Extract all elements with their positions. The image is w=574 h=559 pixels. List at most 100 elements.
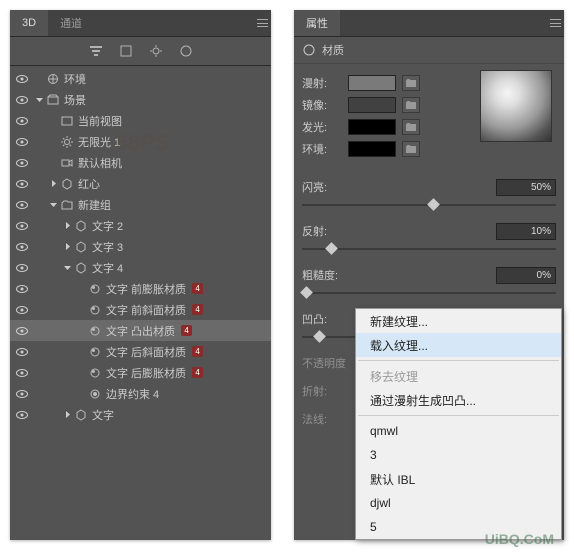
color-swatch[interactable] [348, 141, 396, 157]
visibility-toggle[interactable] [14, 281, 30, 297]
property-label: 法线: [302, 411, 360, 427]
property-label: 凹凸: [302, 311, 360, 327]
context-menu-item[interactable]: qmwl [356, 419, 561, 443]
twisty-icon[interactable] [62, 221, 72, 231]
count-badge: 4 [192, 346, 203, 357]
visibility-toggle[interactable] [14, 365, 30, 381]
visibility-toggle[interactable] [14, 134, 30, 150]
slider-thumb[interactable] [300, 286, 313, 299]
mesh-icon [60, 177, 74, 191]
twisty-icon[interactable] [34, 95, 44, 105]
context-menu-item[interactable]: djwl [356, 491, 561, 515]
twisty-icon[interactable] [48, 179, 58, 189]
filter-icon[interactable] [89, 44, 103, 58]
tree-row[interactable]: 文字 4 [10, 257, 271, 278]
twisty-icon [48, 116, 58, 126]
visibility-toggle[interactable] [14, 386, 30, 402]
tab-properties[interactable]: 属性 [294, 10, 340, 36]
visibility-toggle[interactable] [14, 113, 30, 129]
tree-row[interactable]: 文字 凸出材质4 [10, 320, 271, 341]
tree-row[interactable]: 新建组 [10, 194, 271, 215]
tree-row[interactable]: 默认相机 [10, 152, 271, 173]
context-menu-item[interactable]: 新建纹理... [356, 309, 561, 333]
twisty-icon[interactable] [62, 263, 72, 273]
context-menu-item[interactable]: 通过漫射生成凹凸... [356, 388, 561, 412]
slider-value-input[interactable]: 50% [496, 179, 556, 196]
light-icon[interactable] [149, 44, 163, 58]
scene-tree: 环境场景当前视图无限光 1默认相机红心新建组文字 2文字 3 文字 4 文字 前膨胀… [10, 66, 271, 427]
visibility-toggle[interactable] [14, 302, 30, 318]
tree-item-label: 环境 [64, 71, 86, 87]
twisty-icon[interactable] [62, 410, 72, 420]
visibility-toggle[interactable] [14, 155, 30, 171]
texture-folder-button[interactable] [402, 75, 420, 91]
mesh-icon[interactable] [119, 44, 133, 58]
tree-row[interactable]: 文字 后膨胀材质4 [10, 362, 271, 383]
twisty-icon[interactable] [62, 242, 72, 252]
slider-thumb[interactable] [427, 198, 440, 211]
property-label: 粗糙度: [302, 267, 360, 283]
render-icon[interactable] [179, 44, 193, 58]
property-label: 反射: [302, 223, 360, 239]
tree-row[interactable]: 无限光 1 [10, 131, 271, 152]
property-label: 闪亮: [302, 179, 360, 195]
slider-value-input[interactable]: 0% [496, 267, 556, 284]
twisty-icon[interactable] [48, 200, 58, 210]
tree-row[interactable]: 文字 3 [10, 236, 271, 257]
visibility-toggle[interactable] [14, 344, 30, 360]
tree-row[interactable]: 边界约束 4 [10, 383, 271, 404]
group-icon [60, 198, 74, 212]
scene-icon [46, 93, 60, 107]
context-menu-item[interactable]: 5 [356, 515, 561, 539]
tree-row[interactable]: 红心 [10, 173, 271, 194]
visibility-toggle[interactable] [14, 71, 30, 87]
visibility-toggle[interactable] [14, 92, 30, 108]
color-swatch[interactable] [348, 75, 396, 91]
view-icon [60, 114, 74, 128]
tree-row[interactable]: 当前视图 [10, 110, 271, 131]
context-menu-item[interactable]: 3 [356, 443, 561, 467]
slider-thumb[interactable] [313, 330, 326, 343]
slider-track[interactable] [302, 242, 556, 256]
property-label: 漫射: [302, 75, 342, 91]
visibility-toggle[interactable] [14, 323, 30, 339]
visibility-toggle[interactable] [14, 176, 30, 192]
tree-row[interactable]: 文字 前膨胀材质4 [10, 278, 271, 299]
tree-row[interactable]: 文字 [10, 404, 271, 425]
tab-3d[interactable]: 3D [10, 10, 48, 36]
texture-folder-button[interactable] [402, 97, 420, 113]
visibility-toggle[interactable] [14, 260, 30, 276]
texture-folder-button[interactable] [402, 119, 420, 135]
left-tabbar: 3D 通道 [10, 10, 271, 37]
tree-item-label: 文字 4 [92, 260, 123, 276]
mat-icon [88, 282, 102, 296]
mat-icon [88, 366, 102, 380]
color-swatch[interactable] [348, 97, 396, 113]
tree-row[interactable]: 文字 2 [10, 215, 271, 236]
visibility-toggle[interactable] [14, 407, 30, 423]
panel-menu-button[interactable] [546, 10, 564, 36]
twisty-icon [48, 137, 58, 147]
context-menu-item[interactable]: 载入纹理... [356, 333, 561, 357]
mat-icon [88, 324, 102, 338]
tree-row[interactable]: 文字 前斜面材质4 [10, 299, 271, 320]
slider-value-input[interactable]: 10% [496, 223, 556, 240]
properties-header: 材质 [294, 37, 564, 64]
slider-thumb[interactable] [326, 242, 339, 255]
panel-menu-button[interactable] [253, 10, 271, 36]
visibility-toggle[interactable] [14, 218, 30, 234]
count-badge: 4 [181, 325, 192, 336]
color-swatch[interactable] [348, 119, 396, 135]
slider-track[interactable] [302, 286, 556, 300]
visibility-toggle[interactable] [14, 197, 30, 213]
texture-folder-button[interactable] [402, 141, 420, 157]
tree-row[interactable]: 文字 后斜面材质4 [10, 341, 271, 362]
visibility-toggle[interactable] [14, 239, 30, 255]
material-preview[interactable] [480, 70, 552, 142]
slider-track[interactable] [302, 198, 556, 212]
3d-panel: 3D 通道 环境场景当前视图无限光 1默认相机红心新建组文字 2文字 3 文字 4… [10, 10, 271, 540]
tree-row[interactable]: 环境 [10, 68, 271, 89]
tree-row[interactable]: 场景 [10, 89, 271, 110]
tab-channels[interactable]: 通道 [48, 10, 94, 36]
context-menu-item[interactable]: 默认 IBL [356, 467, 561, 491]
